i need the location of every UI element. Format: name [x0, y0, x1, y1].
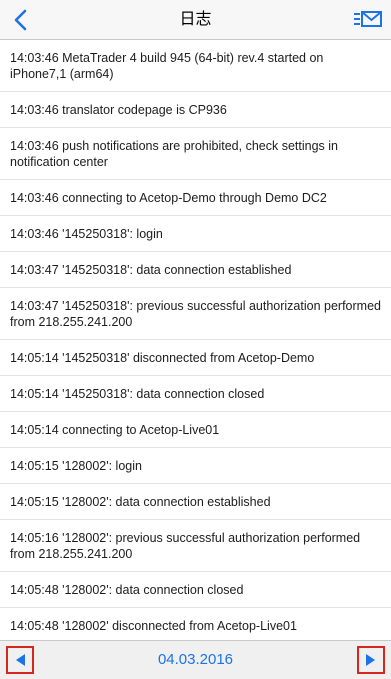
log-entry: 14:05:14 '145250318': data connection cl… — [0, 376, 391, 412]
log-entry: 14:03:47 '145250318': data connection es… — [0, 252, 391, 288]
log-entry: 14:03:46 '145250318': login — [0, 216, 391, 252]
log-entry: 14:05:14 '145250318' disconnected from A… — [0, 340, 391, 376]
log-entry: 14:03:46 push notifications are prohibit… — [0, 128, 391, 180]
log-entry: 14:05:15 '128002': login — [0, 448, 391, 484]
next-day-button[interactable] — [357, 646, 385, 674]
mail-button[interactable] — [351, 6, 385, 34]
triangle-left-icon — [16, 654, 25, 666]
page-title: 日志 — [179, 11, 212, 28]
mail-list-icon — [354, 11, 382, 27]
log-entry: 14:03:46 MetaTrader 4 build 945 (64-bit)… — [0, 40, 391, 92]
previous-day-button[interactable] — [6, 646, 34, 674]
date-toolbar: 04.03.2016 — [0, 640, 391, 679]
log-entry: 14:05:16 '128002': previous successful a… — [0, 520, 391, 572]
journal-log-list[interactable]: 14:03:46 MetaTrader 4 build 945 (64-bit)… — [0, 40, 391, 640]
log-entry: 14:03:46 translator codepage is CP936 — [0, 92, 391, 128]
triangle-right-icon — [366, 654, 375, 666]
log-entry: 14:05:48 '128002' disconnected from Acet… — [0, 608, 391, 640]
log-entry: 14:05:14 connecting to Acetop-Live01 — [0, 412, 391, 448]
back-button[interactable] — [6, 6, 34, 34]
log-entry: 14:05:48 '128002': data connection close… — [0, 572, 391, 608]
log-entry: 14:05:15 '128002': data connection estab… — [0, 484, 391, 520]
current-date[interactable]: 04.03.2016 — [136, 641, 256, 678]
navigation-bar: 日志 — [0, 0, 391, 40]
log-entry: 14:03:47 '145250318': previous successfu… — [0, 288, 391, 340]
log-entry: 14:03:46 connecting to Acetop-Demo throu… — [0, 180, 391, 216]
chevron-left-icon — [14, 9, 27, 31]
